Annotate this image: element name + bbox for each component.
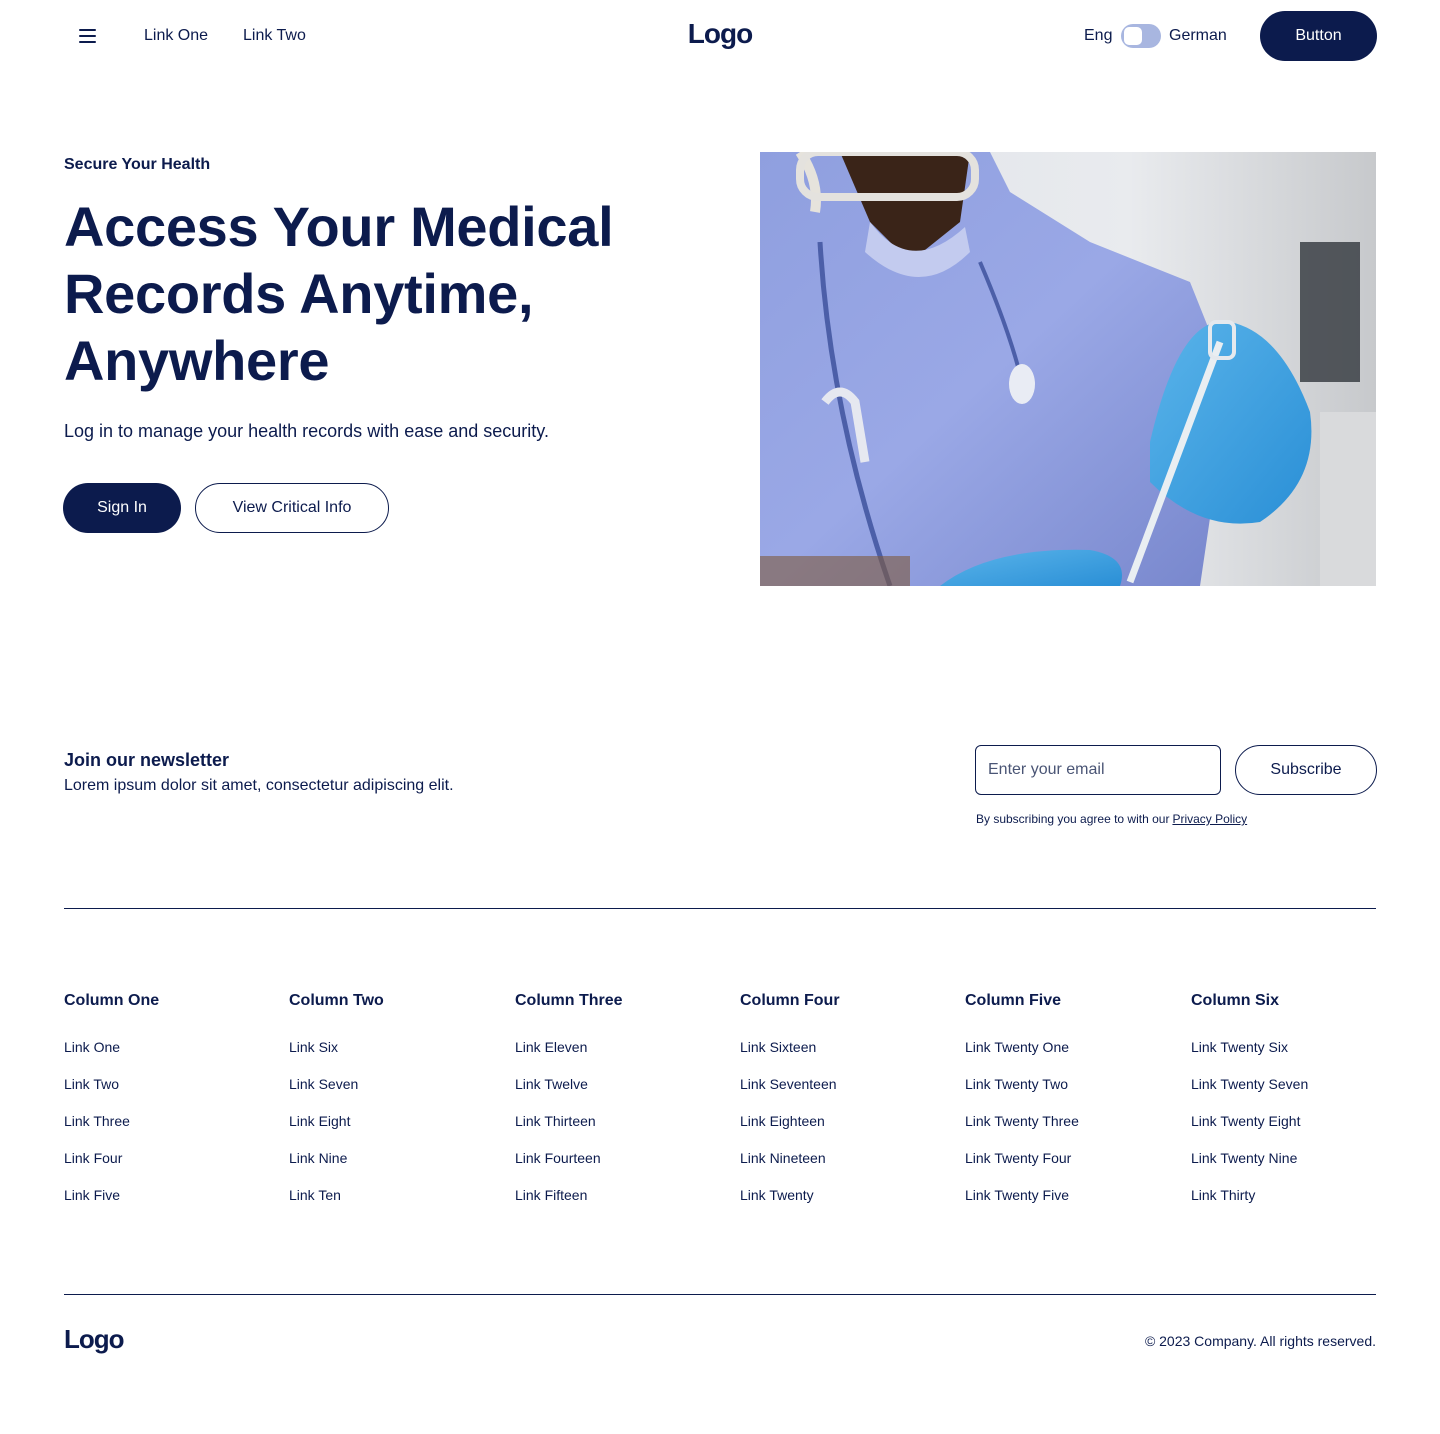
footer-link[interactable]: Link Twenty Six [1191,1038,1308,1056]
hero-eyebrow: Secure Your Health [64,156,211,173]
footer-column-title: Column Two [289,992,384,1009]
navbar: Link One Link Two Logo Eng German Button [0,0,1440,72]
footer-column-five: Column Five Link Twenty One Link Twenty … [965,991,1079,1223]
footer-column-title: Column One [64,992,160,1009]
footer-link[interactable]: Link Seven [289,1075,384,1093]
footer-link[interactable]: Link Eight [289,1112,384,1130]
footer-link[interactable]: Link Twenty Nine [1191,1149,1308,1167]
sign-in-button[interactable]: Sign In [63,483,181,533]
footer-link[interactable]: Link Twenty Four [965,1149,1079,1167]
nav-button[interactable]: Button [1260,11,1377,61]
footer-link[interactable]: Link Twenty Two [965,1075,1079,1093]
copyright-text: © 2023 Company. All rights reserved. [1144,1333,1376,1349]
footer-column-six: Column Six Link Twenty Six Link Twenty S… [1191,991,1308,1223]
footer-link[interactable]: Link Twenty Eight [1191,1112,1308,1130]
footer-divider-top [64,908,1376,909]
hero-title: Access Your Medical Records Anytime, Any… [64,195,614,392]
footer-column-title: Column Four [740,992,840,1009]
footer-link[interactable]: Link Ten [289,1186,384,1204]
header-logo[interactable]: Logo [688,18,753,49]
nav-link-two[interactable]: Link Two [243,26,306,46]
footer-link[interactable]: Link Four [64,1149,159,1167]
footer-divider-bottom [64,1294,1376,1295]
terms-text: By subscribing you agree to with our [976,812,1170,826]
footer-link[interactable]: Link Thirteen [515,1112,623,1130]
lang-label-eng: Eng [1084,27,1113,44]
footer-link[interactable]: Link Twelve [515,1075,623,1093]
view-critical-info-button[interactable]: View Critical Info [195,483,389,533]
footer-link[interactable]: Link Twenty Seven [1191,1075,1308,1093]
footer-column-four: Column Four Link Sixteen Link Seventeen … [740,991,840,1223]
footer-link[interactable]: Link Twenty Three [965,1112,1079,1130]
footer-link[interactable]: Link Thirty [1191,1186,1308,1204]
footer-column-title: Column Six [1191,992,1280,1009]
footer-link[interactable]: Link Nine [289,1149,384,1167]
footer-link[interactable]: Link Two [64,1075,159,1093]
language-toggle[interactable] [1121,24,1161,48]
footer-link[interactable]: Link Twenty Five [965,1186,1079,1204]
hero-subtitle: Log in to manage your health records wit… [64,421,549,441]
footer-link[interactable]: Link Five [64,1186,159,1204]
lang-label-german: German [1169,27,1227,44]
footer-column-title: Column Five [965,992,1062,1009]
footer-link[interactable]: Link Three [64,1112,159,1130]
footer-link[interactable]: Link Twenty One [965,1038,1079,1056]
footer-column-two: Column Two Link Six Link Seven Link Eigh… [289,991,384,1223]
footer-link[interactable]: Link Eleven [515,1038,623,1056]
newsletter-terms: By subscribing you agree to with our Priv… [976,811,1247,827]
footer-column-title: Column Three [515,992,623,1009]
subscribe-button[interactable]: Subscribe [1235,745,1377,795]
footer-link[interactable]: Link Fifteen [515,1186,623,1204]
footer-link[interactable]: Link Seventeen [740,1075,840,1093]
footer-column-one: Column One Link One Link Two Link Three … [64,991,159,1223]
footer-link[interactable]: Link Fourteen [515,1149,623,1167]
footer-link[interactable]: Link Six [289,1038,384,1056]
newsletter-title: Join our newsletter [64,750,230,770]
hero-image [760,152,1376,586]
footer-link[interactable]: Link One [64,1038,159,1056]
footer-link[interactable]: Link Nineteen [740,1149,840,1167]
nav-link-one[interactable]: Link One [144,26,208,46]
footer-link[interactable]: Link Eighteen [740,1112,840,1130]
privacy-policy-link[interactable]: Privacy Policy [1172,812,1247,826]
footer-column-three: Column Three Link Eleven Link Twelve Lin… [515,991,623,1223]
toggle-knob [1124,27,1142,45]
newsletter-subtitle: Lorem ipsum dolor sit amet, consectetur … [64,777,454,794]
email-input[interactable] [975,745,1221,795]
footer-logo[interactable]: Logo [64,1323,125,1355]
footer-link[interactable]: Link Sixteen [740,1038,840,1056]
hamburger-menu-icon[interactable] [78,28,98,44]
footer-link[interactable]: Link Twenty [740,1186,840,1204]
